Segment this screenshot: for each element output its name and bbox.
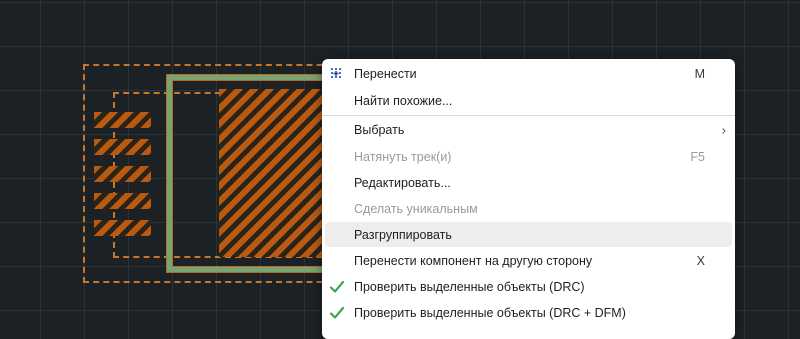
menu-item-label: Проверить выделенные объекты (DRC + DFM) — [354, 305, 626, 320]
menu-item-edit[interactable]: Редактировать... — [325, 170, 732, 195]
menu-item-label: Редактировать... — [354, 175, 451, 190]
menu-item-flip-side[interactable]: Перенести компонент на другую сторону X — [325, 248, 732, 273]
menu-item-label: Выбрать — [354, 122, 405, 137]
menu-item-label: Разгруппировать — [354, 227, 452, 242]
menu-item-check-drc[interactable]: Проверить выделенные объекты (DRC) — [325, 274, 732, 299]
move-crosshair-icon — [331, 67, 341, 78]
menu-item-move[interactable]: Перенести M — [325, 61, 732, 86]
smd-pad[interactable] — [94, 112, 151, 128]
menu-item-stretch-tracks[interactable]: Натянуть трек(и) F5 — [325, 144, 732, 169]
smd-pad[interactable] — [94, 220, 151, 236]
menu-item-make-unique[interactable]: Сделать уникальным — [325, 196, 732, 221]
menu-item-ungroup[interactable]: Разгруппировать — [325, 222, 732, 247]
shortcut-label: M — [694, 66, 705, 81]
submenu-chevron-icon: › — [721, 122, 726, 137]
menu-item-label: Натянуть трек(и) — [354, 149, 452, 164]
smd-pad[interactable] — [94, 166, 151, 182]
shortcut-label: X — [696, 253, 705, 268]
menu-item-label: Перенести — [354, 66, 417, 81]
menu-item-label: Проверить выделенные объекты (DRC) — [354, 279, 585, 294]
smd-pad[interactable] — [94, 139, 151, 155]
menu-item-find-similar[interactable]: Найти похожие... — [325, 88, 732, 113]
menu-item-check-drc-dfm[interactable]: Проверить выделенные объекты (DRC + DFM) — [325, 300, 732, 325]
menu-item-label: Сделать уникальным — [354, 201, 478, 216]
menu-item-select[interactable]: Выбрать › — [325, 117, 732, 142]
checkmark-icon — [329, 306, 345, 319]
shortcut-label: F5 — [690, 149, 705, 164]
checkmark-icon — [329, 280, 345, 293]
menu-item-label: Найти похожие... — [354, 93, 453, 108]
smd-pad[interactable] — [94, 193, 151, 209]
menu-separator — [322, 115, 735, 116]
menu-item-label: Перенести компонент на другую сторону — [354, 253, 593, 268]
context-menu: Перенести M Найти похожие... Выбрать › Н… — [322, 59, 735, 339]
